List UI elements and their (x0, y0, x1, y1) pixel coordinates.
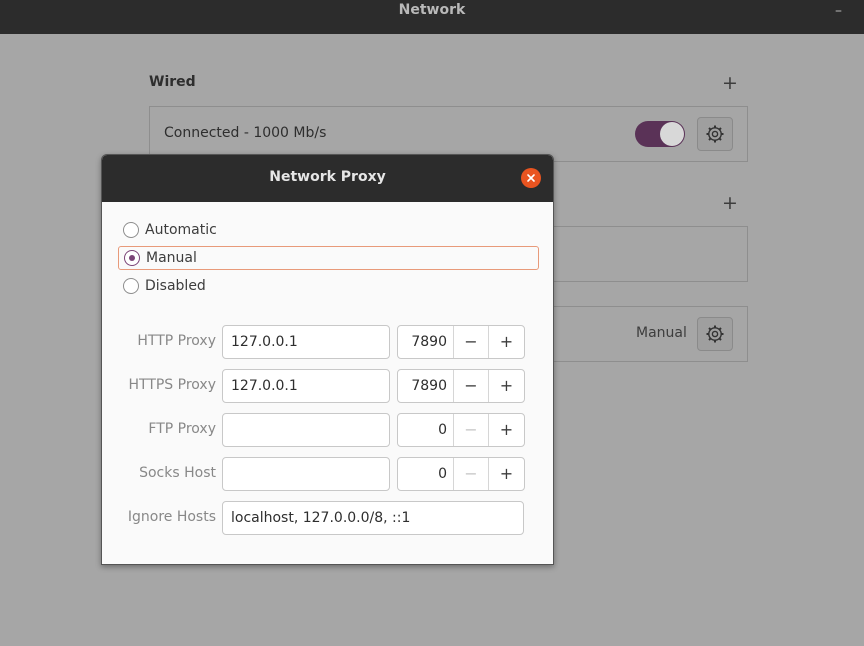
https-proxy-port-spinner[interactable]: 7890 − + (397, 369, 525, 403)
decrement-button[interactable]: − (454, 370, 489, 402)
wired-section-title: Wired (149, 74, 196, 90)
decrement-button[interactable]: − (454, 458, 489, 490)
close-button[interactable] (521, 168, 541, 188)
port-value[interactable]: 0 (398, 414, 454, 446)
http-proxy-label: HTTP Proxy (137, 333, 216, 349)
radio-label-disabled: Disabled (145, 278, 206, 294)
window-titlebar: Network – (0, 0, 864, 34)
wired-status-label: Connected - 1000 Mb/s (164, 125, 327, 141)
https-proxy-host-input[interactable]: 127.0.0.1 (222, 369, 390, 403)
radio-label-automatic: Automatic (145, 222, 217, 238)
http-proxy-port-spinner[interactable]: 7890 − + (397, 325, 525, 359)
increment-button[interactable]: + (489, 414, 524, 446)
decrement-button[interactable]: − (454, 414, 489, 446)
radio-button[interactable] (123, 222, 139, 238)
ftp-proxy-host-input[interactable] (222, 413, 390, 447)
https-proxy-label: HTTPS Proxy (128, 377, 216, 393)
radio-button-selected[interactable] (124, 250, 140, 266)
minimize-button[interactable]: – (835, 3, 842, 19)
add-wired-button[interactable]: + (720, 73, 740, 93)
socks-host-input[interactable] (222, 457, 390, 491)
radio-button[interactable] (123, 278, 139, 294)
port-value[interactable]: 7890 (398, 370, 454, 402)
increment-button[interactable]: + (489, 458, 524, 490)
close-icon (527, 174, 535, 182)
window-title: Network (398, 2, 466, 18)
network-proxy-dialog: Network Proxy Automatic Manual Disabled … (101, 154, 554, 565)
wired-toggle[interactable] (635, 121, 685, 147)
radio-automatic[interactable]: Automatic (118, 218, 538, 242)
socks-port-spinner[interactable]: 0 − + (397, 457, 525, 491)
ftp-proxy-label: FTP Proxy (148, 421, 216, 437)
ignore-hosts-input[interactable]: localhost, 127.0.0.0/8, ::1 (222, 501, 524, 535)
gear-icon (706, 125, 724, 143)
dialog-header: Network Proxy (102, 155, 553, 202)
ftp-proxy-port-spinner[interactable]: 0 − + (397, 413, 525, 447)
dialog-title: Network Proxy (269, 169, 386, 185)
radio-disabled[interactable]: Disabled (118, 274, 538, 298)
proxy-status-label: Manual (636, 325, 687, 341)
port-value[interactable]: 0 (398, 458, 454, 490)
port-value[interactable]: 7890 (398, 326, 454, 358)
increment-button[interactable]: + (489, 326, 524, 358)
radio-label-manual: Manual (146, 250, 197, 266)
ignore-hosts-label: Ignore Hosts (127, 509, 216, 525)
socks-host-label: Socks Host (139, 465, 216, 481)
proxy-settings-button[interactable] (697, 317, 733, 351)
gear-icon (706, 325, 724, 343)
radio-manual[interactable]: Manual (118, 246, 539, 270)
add-vpn-button[interactable]: + (720, 193, 740, 213)
toggle-knob (660, 122, 684, 146)
http-proxy-host-input[interactable]: 127.0.0.1 (222, 325, 390, 359)
decrement-button[interactable]: − (454, 326, 489, 358)
increment-button[interactable]: + (489, 370, 524, 402)
wired-settings-button[interactable] (697, 117, 733, 151)
